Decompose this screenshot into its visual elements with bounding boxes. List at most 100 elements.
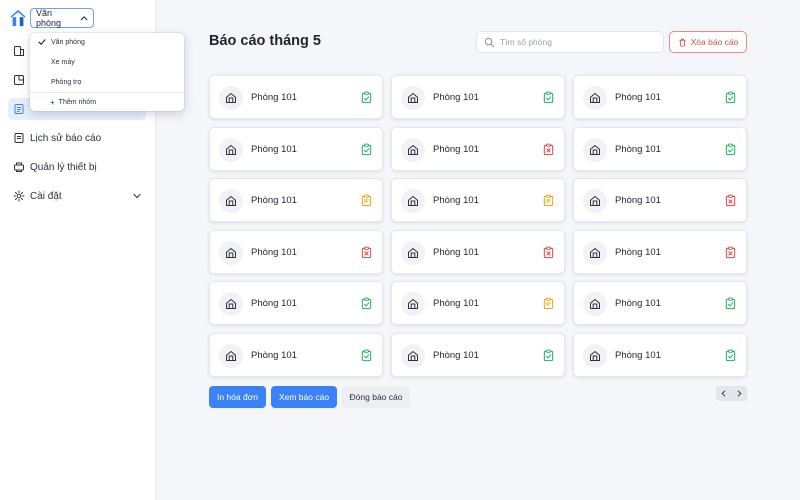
room-name: Phòng 101 xyxy=(615,246,661,258)
search-input[interactable] xyxy=(500,37,650,47)
dropdown-option-phong-tro[interactable]: Phòng trọ xyxy=(30,73,184,91)
room-icon-badge xyxy=(219,189,243,213)
search-box[interactable] xyxy=(476,31,664,53)
clipboard-note-icon xyxy=(543,194,554,207)
room-name: Phòng 101 xyxy=(433,195,479,206)
add-group-button[interactable]: + Thêm nhóm xyxy=(30,94,184,110)
room-icon-badge xyxy=(401,292,425,316)
room-list-icon xyxy=(14,75,24,85)
nav-item-label: Lịch sử báo cáo xyxy=(30,132,102,144)
chevron-down-icon xyxy=(133,193,141,199)
room-icon-badge xyxy=(401,240,425,265)
clipboard-x-icon xyxy=(543,246,554,258)
door-icon xyxy=(590,196,600,206)
history-icon xyxy=(14,133,24,143)
nav-item-device-management[interactable]: Quản lý thiết bị xyxy=(8,156,146,178)
room-card[interactable]: Phòng 101 xyxy=(573,281,747,325)
clipboard-check-icon xyxy=(543,91,554,104)
room-name: Phòng 101 xyxy=(251,298,297,309)
door-icon xyxy=(226,299,236,309)
room-card[interactable]: Phòng 101 xyxy=(573,332,747,377)
print-invoice-button[interactable]: In hóa đơn xyxy=(209,386,266,408)
room-card[interactable]: Phòng 101 xyxy=(209,75,383,119)
door-icon xyxy=(226,144,236,155)
page-title: Báo cáo tháng 5 xyxy=(209,33,321,49)
dropdown-option-label: Xe máy xyxy=(51,58,75,66)
prev-page-button[interactable] xyxy=(718,387,730,400)
room-icon-badge xyxy=(583,240,607,265)
building-icon xyxy=(14,46,24,56)
room-card[interactable]: Phòng 101 xyxy=(391,332,565,377)
door-icon xyxy=(408,196,418,206)
room-icon-badge xyxy=(401,189,425,213)
clipboard-check-icon xyxy=(361,143,372,155)
delete-report-button[interactable]: Xóa báo cáo xyxy=(669,31,747,53)
clipboard-check-icon xyxy=(725,91,736,104)
room-card[interactable]: Phòng 101 xyxy=(209,126,383,171)
room-card[interactable]: Phòng 101 xyxy=(209,281,383,325)
room-card[interactable]: Phòng 101 xyxy=(573,75,747,119)
close-report-button[interactable]: Đóng báo cáo xyxy=(342,386,410,408)
door-icon xyxy=(408,93,418,103)
room-name: Phòng 101 xyxy=(251,92,297,103)
door-icon xyxy=(226,350,236,361)
clipboard-x-icon xyxy=(725,194,736,207)
trash-icon xyxy=(678,38,686,47)
room-card[interactable]: Phòng 101 xyxy=(573,178,747,222)
room-name: Phòng 101 xyxy=(433,92,479,103)
room-card[interactable]: Phòng 101 xyxy=(391,229,565,274)
clipboard-check-icon xyxy=(361,91,372,104)
room-name: Phòng 101 xyxy=(251,195,297,206)
room-card[interactable]: Phòng 101 xyxy=(209,229,383,274)
door-icon xyxy=(226,196,236,206)
nav-item-report-history[interactable]: Lịch sử báo cáo xyxy=(8,127,146,149)
room-icon-badge xyxy=(401,343,425,368)
clipboard-x-icon xyxy=(361,246,372,258)
room-icon-badge xyxy=(401,86,425,110)
room-name: Phòng 101 xyxy=(615,298,661,309)
room-card[interactable]: Phòng 101 xyxy=(391,178,565,222)
room-icon-badge xyxy=(219,86,243,110)
room-icon-badge xyxy=(219,292,243,316)
room-card[interactable]: Phòng 101 xyxy=(391,281,565,325)
room-card[interactable]: Phòng 101 xyxy=(573,229,747,274)
plus-icon: + xyxy=(50,97,55,107)
room-card[interactable]: Phòng 101 xyxy=(209,332,383,377)
room-icon-badge xyxy=(219,343,243,368)
room-name: Phòng 101 xyxy=(615,349,661,361)
clipboard-note-icon xyxy=(361,194,372,207)
search-icon xyxy=(484,37,495,47)
nav-item-settings[interactable]: Cài đặt xyxy=(8,185,146,207)
clipboard-check-icon xyxy=(725,297,736,310)
room-card[interactable]: Phòng 101 xyxy=(573,126,747,171)
view-report-button[interactable]: Xem báo cáo xyxy=(271,386,337,408)
room-icon-badge xyxy=(219,240,243,265)
dropdown-option-label: Văn phòng xyxy=(51,38,85,46)
group-selector[interactable]: Văn phòng xyxy=(30,8,94,28)
room-card[interactable]: Phòng 101 xyxy=(391,126,565,171)
nav-item-label: Cài đặt xyxy=(30,190,62,202)
delete-report-label: Xóa báo cáo xyxy=(690,37,739,47)
dropdown-option-xe-may[interactable]: Xe máy xyxy=(30,53,184,71)
room-card[interactable]: Phòng 101 xyxy=(209,178,383,222)
room-grid: Phòng 101 Phòng 101 Phòng 101 Phòng 101 Phòn… xyxy=(209,75,747,377)
room-name: Phòng 101 xyxy=(251,246,297,258)
clipboard-check-icon xyxy=(361,349,372,361)
door-icon xyxy=(226,93,236,103)
device-icon xyxy=(14,162,24,172)
dropdown-option-van-phong[interactable]: Văn phòng xyxy=(30,33,184,51)
next-page-button[interactable] xyxy=(733,387,745,400)
logo-icon xyxy=(10,9,26,27)
clipboard-note-icon xyxy=(543,297,554,310)
room-name: Phòng 101 xyxy=(433,143,479,155)
pagination xyxy=(716,386,747,401)
room-name: Phòng 101 xyxy=(251,143,297,155)
room-icon-badge xyxy=(583,86,607,110)
room-name: Phòng 101 xyxy=(433,246,479,258)
room-card[interactable]: Phòng 101 xyxy=(391,75,565,119)
door-icon xyxy=(408,299,418,309)
door-icon xyxy=(408,144,418,155)
room-name: Phòng 101 xyxy=(433,349,479,361)
gear-icon xyxy=(13,190,25,202)
room-icon-badge xyxy=(401,137,425,162)
